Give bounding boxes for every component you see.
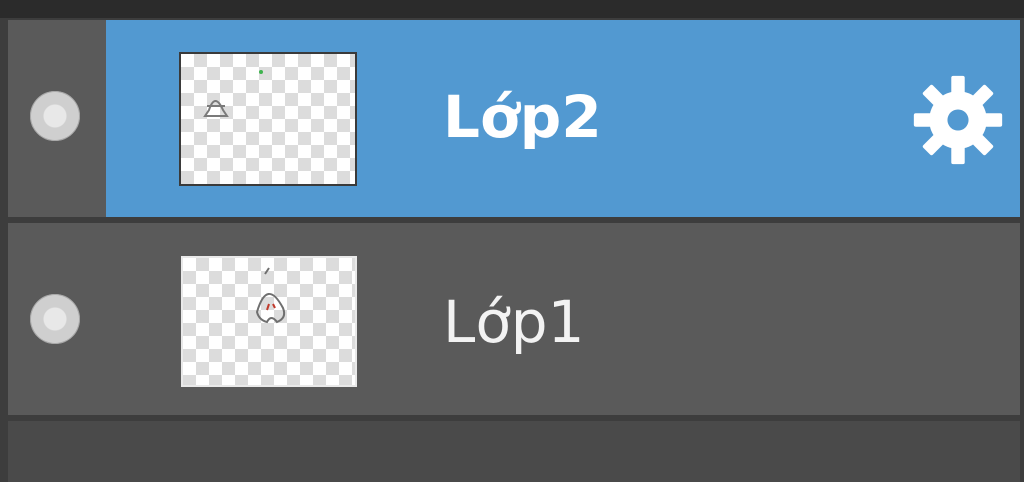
layer-row-lop2[interactable]: Lớp2 — [8, 20, 1020, 217]
visibility-toggle-icon[interactable] — [30, 91, 80, 141]
visibility-toggle-icon[interactable] — [30, 294, 80, 344]
thumbnail-sketch — [203, 70, 263, 117]
layer-name: Lớp1 — [443, 288, 585, 356]
layer-thumbnail[interactable] — [181, 256, 357, 387]
panel-top-divider — [0, 0, 1024, 18]
layer-row-lop1[interactable]: Lớp1 — [8, 223, 1020, 415]
thumbnail-sketch — [255, 267, 286, 324]
gear-icon[interactable] — [910, 72, 1006, 168]
layer-thumbnail[interactable] — [179, 52, 357, 186]
layer-name: Lớp2 — [443, 83, 602, 151]
layers-panel: Lớp2 Lớp1 — [0, 0, 1024, 482]
empty-layer-area — [8, 421, 1020, 482]
